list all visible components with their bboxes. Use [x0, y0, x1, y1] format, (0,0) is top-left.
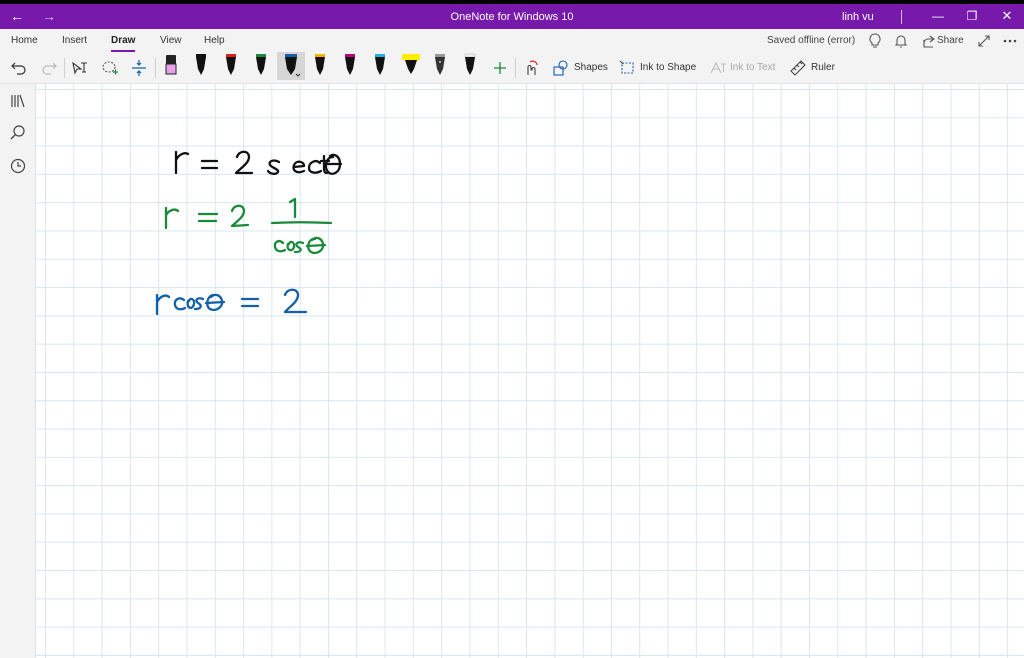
cyan-pen-icon[interactable]: [371, 53, 389, 79]
restore-icon[interactable]: ❐: [963, 8, 981, 24]
minimize-icon[interactable]: —: [929, 8, 947, 24]
notebooks-icon[interactable]: [9, 92, 27, 110]
bell-icon[interactable]: [890, 30, 912, 52]
magenta-pen-icon[interactable]: [341, 53, 359, 79]
ink-to-text-button: Ink to Text: [730, 62, 776, 73]
pink-highlighter-icon[interactable]: [162, 53, 180, 79]
toolbar-separator: [64, 58, 65, 78]
tab-draw[interactable]: Draw: [111, 35, 136, 52]
black-pen-icon[interactable]: [192, 53, 210, 79]
title-bar: ← → OneNote for Windows 10 linh vu — ❐ ✕: [0, 4, 1024, 29]
close-icon[interactable]: ✕: [998, 8, 1016, 24]
blue-pen-icon[interactable]: [277, 52, 305, 80]
share-button[interactable]: Share: [937, 35, 964, 51]
ink-to-shape-icon[interactable]: [617, 57, 639, 79]
ruler-button[interactable]: Ruler: [811, 62, 835, 73]
ink-line-2: [164, 197, 333, 255]
yellow-highlighter-icon[interactable]: [400, 53, 420, 79]
ribbon: Home Insert Draw View Help Saved offline…: [0, 29, 1024, 84]
ruler-icon[interactable]: [787, 57, 809, 79]
galaxy-pen-icon[interactable]: [431, 53, 449, 79]
touch-drawing-icon[interactable]: [520, 57, 542, 79]
green-pen-icon[interactable]: [252, 53, 270, 79]
tab-insert[interactable]: Insert: [62, 35, 87, 46]
black-pen-2-icon[interactable]: [461, 53, 479, 79]
undo-icon[interactable]: [8, 57, 30, 79]
toolbar-separator: [515, 58, 516, 78]
tab-view[interactable]: View: [160, 35, 182, 46]
user-name[interactable]: linh vu: [842, 11, 874, 23]
shapes-button[interactable]: Shapes: [574, 62, 608, 73]
shapes-icon[interactable]: [550, 57, 572, 79]
title-separator: [901, 10, 902, 24]
toolbar-separator: [155, 58, 156, 78]
tab-help[interactable]: Help: [204, 35, 225, 46]
type-select-icon[interactable]: [69, 57, 91, 79]
expand-icon[interactable]: [973, 30, 995, 52]
ink-layer: [155, 150, 343, 316]
ink-line-3: [155, 288, 308, 316]
add-pen-icon[interactable]: [489, 57, 511, 79]
ink-to-text-icon: [707, 57, 729, 79]
ink-to-shape-button[interactable]: Ink to Shape: [640, 62, 696, 73]
more-options-icon[interactable]: [999, 30, 1021, 52]
lightbulb-icon[interactable]: [864, 30, 886, 52]
sync-status[interactable]: Saved offline (error): [767, 35, 855, 51]
redo-icon[interactable]: [38, 57, 60, 79]
search-icon[interactable]: [9, 124, 27, 142]
draw-toolbar: Shapes Ink to Shape Ink to Text Ruler: [0, 52, 1024, 82]
tab-home[interactable]: Home: [11, 35, 38, 46]
note-canvas[interactable]: [36, 84, 1024, 658]
ink-line-1: [174, 150, 343, 175]
add-space-icon[interactable]: [128, 57, 150, 79]
yellow-pen-icon[interactable]: [311, 53, 329, 79]
recent-notes-icon[interactable]: [9, 157, 27, 175]
lasso-select-icon[interactable]: [99, 57, 121, 79]
left-sidebar: [0, 84, 36, 658]
red-pen-icon[interactable]: [222, 53, 240, 79]
